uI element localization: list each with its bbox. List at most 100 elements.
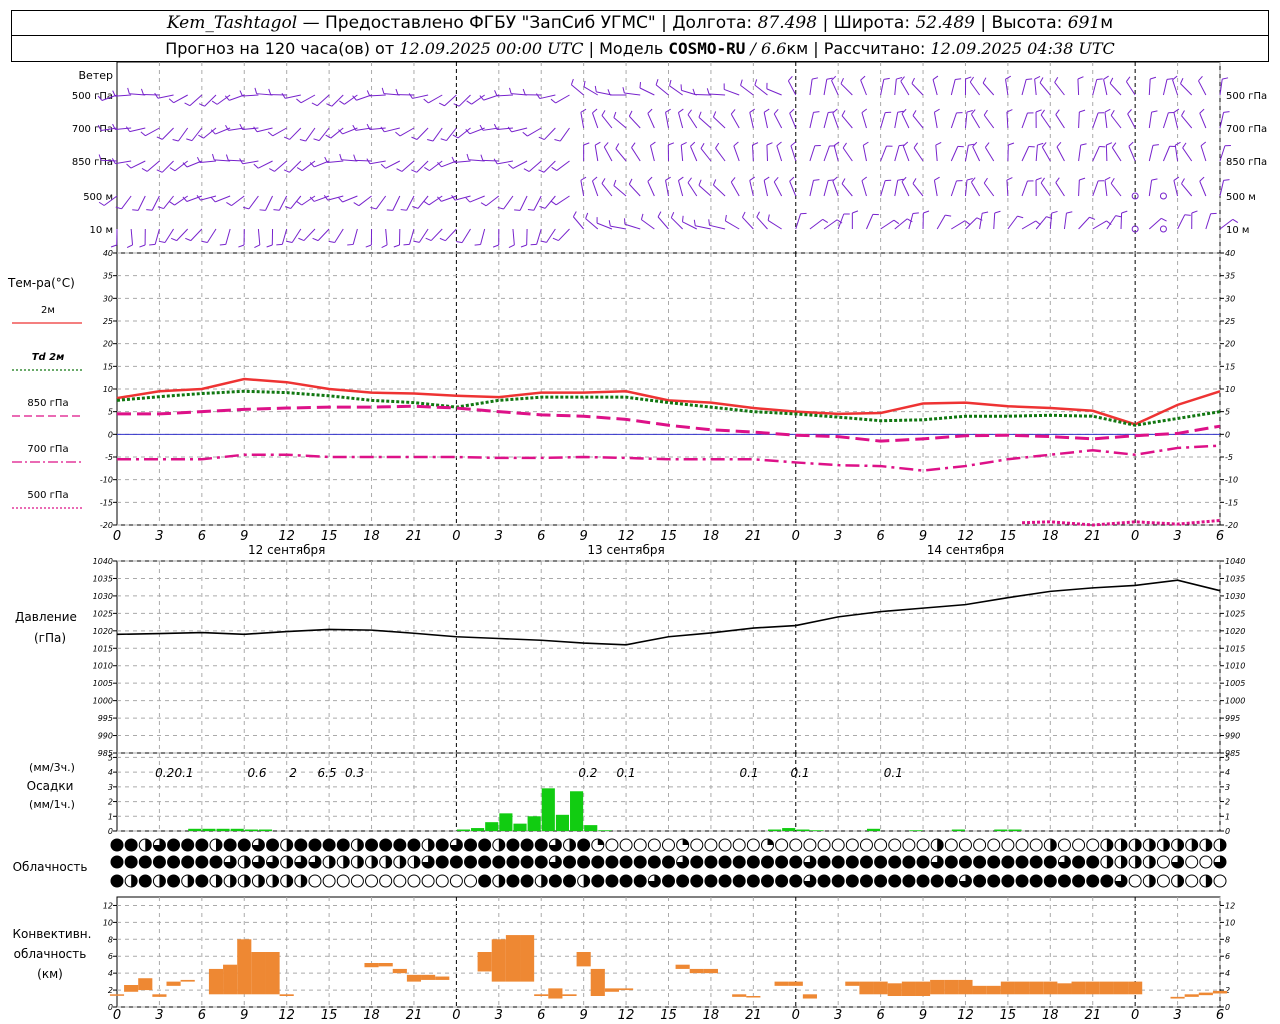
wind-barb-flag <box>438 102 445 107</box>
cloud-cover-symbol <box>888 874 902 888</box>
wind-barb-flag <box>185 237 192 242</box>
temp-tick-label-left: 0 <box>108 430 113 439</box>
wind-barb-flag <box>140 131 146 137</box>
cloud-cover-symbol <box>322 874 336 888</box>
wind-barb <box>860 79 867 96</box>
wind-barb <box>901 113 910 129</box>
wind-barb-flag <box>492 244 499 248</box>
cloud-cover-symbol <box>718 874 732 888</box>
cloud-cover-symbol <box>350 874 364 888</box>
wind-barb-flag <box>1055 177 1060 183</box>
wind-barb <box>880 219 895 230</box>
cloud-cover-symbol <box>181 855 195 869</box>
wind-barb <box>461 228 471 243</box>
cloud-cover-symbol <box>534 838 548 852</box>
wind-barb <box>913 147 924 162</box>
wind-barb <box>1104 112 1108 129</box>
wind-barb-flag <box>522 88 526 95</box>
wind-barb <box>1040 182 1051 197</box>
wind-barb <box>265 195 274 211</box>
wind-barb <box>1021 146 1030 162</box>
temp-tick-label-left: -5 <box>105 453 113 462</box>
cloud-cover-symbol <box>181 838 195 852</box>
convective-title-1: Конвективн. <box>13 927 92 941</box>
wind-barb-flag <box>1111 142 1117 148</box>
precip-total-label: 0.3 <box>345 766 364 780</box>
wind-barb <box>385 228 388 245</box>
wind-barb <box>951 220 966 230</box>
wind-barb <box>809 145 816 162</box>
wind-barb <box>773 113 783 129</box>
wind-barb-flag <box>296 201 303 206</box>
wind-barb-flag <box>756 211 760 218</box>
cloud-cover-fill <box>399 856 406 868</box>
wind-barb <box>601 183 613 197</box>
convective-bar <box>732 994 747 997</box>
wind-barb <box>1077 78 1080 96</box>
convective-bar <box>166 981 181 986</box>
wind-barb-flag <box>647 108 653 114</box>
wind-barb-flag <box>281 93 286 99</box>
hour-tick-label: 15 <box>321 1008 338 1023</box>
pressure-tick-label-left: 990 <box>98 732 113 741</box>
wind-barb <box>979 213 983 230</box>
hour-tick-label: 6 <box>537 1008 545 1023</box>
wind-barb <box>912 183 924 197</box>
cloud-cover-fill <box>498 839 505 851</box>
temp-tick-label-left: 40 <box>103 249 113 258</box>
wind-barb <box>631 147 641 162</box>
wind-barb-flag <box>550 98 556 104</box>
wind-barb <box>933 112 938 129</box>
wind-barb-flag <box>1079 177 1086 181</box>
wind-calm-circle <box>1159 225 1167 233</box>
pressure-tick-label-left: 1030 <box>93 592 113 601</box>
wind-barb-flag <box>172 139 179 142</box>
wind-barb-flag <box>1150 76 1157 80</box>
wind-barb-flag <box>1223 111 1230 113</box>
precip-bar <box>527 816 541 831</box>
wind-barb-flag <box>583 80 586 87</box>
temp-tick-label-right: 40 <box>1225 249 1235 258</box>
wind-barb <box>832 112 839 129</box>
wind-barb-flag <box>708 219 710 226</box>
wind-barb <box>841 183 853 197</box>
wind-barb <box>200 160 217 164</box>
convective-bar <box>548 988 563 999</box>
wind-barb <box>392 195 401 211</box>
hour-tick-label: 6 <box>1216 529 1224 544</box>
cloud-cover-symbol <box>916 838 930 852</box>
wind-barb-flag <box>286 240 293 243</box>
cloud-cover-symbol <box>817 838 831 852</box>
wind-barb <box>669 85 683 96</box>
wind-barb <box>993 212 996 230</box>
convective-bar <box>887 983 902 996</box>
temp-tick-label-right: 15 <box>1225 362 1235 371</box>
wind-barb-flag <box>1104 176 1111 181</box>
wind-level-label-left: 10 м <box>90 225 113 236</box>
wind-barb <box>657 216 669 230</box>
wind-barb-flag <box>201 240 208 243</box>
wind-barb <box>624 92 641 96</box>
hour-tick-label: 3 <box>1173 1008 1181 1023</box>
wind-barb <box>384 127 400 133</box>
wind-barb-flag <box>1026 78 1033 81</box>
precip-bar <box>584 825 598 831</box>
hour-tick-label: 0 <box>792 529 800 544</box>
wind-barb <box>972 146 981 162</box>
cloud-cover-symbol <box>1185 874 1199 888</box>
wind-barb <box>289 127 302 140</box>
cloud-cover-symbol <box>902 838 916 852</box>
wind-barb-flag <box>826 77 833 80</box>
temp-tick-label-left: 10 <box>103 385 113 394</box>
wind-barb <box>173 94 188 104</box>
wind-barb <box>725 220 740 230</box>
wind-barb <box>258 160 273 169</box>
wind-barb-flag <box>955 78 962 80</box>
cloud-cover-symbol <box>605 874 619 888</box>
convective-tick-label-right: 12 <box>1225 901 1235 910</box>
wind-barb-flag <box>1223 179 1230 181</box>
wind-barb <box>248 195 259 210</box>
wind-barb <box>416 127 429 140</box>
pressure-tick-label-right: 1030 <box>1225 592 1245 601</box>
wind-barb <box>130 228 134 245</box>
